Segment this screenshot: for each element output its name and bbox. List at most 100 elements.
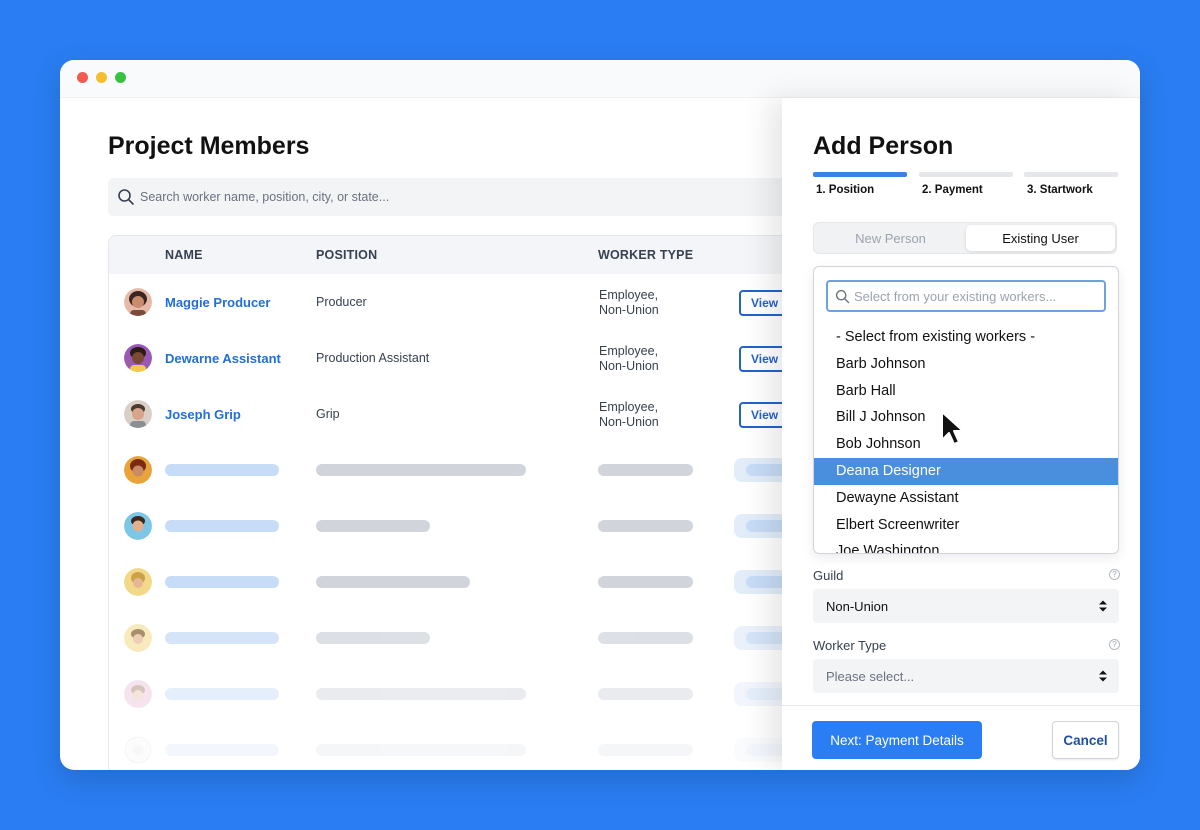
window-titlebar — [60, 60, 1140, 98]
dropdown-option[interactable]: Bill J Johnson — [814, 404, 1118, 431]
avatar — [124, 624, 152, 652]
dropdown-option[interactable]: - Select from existing workers - — [814, 324, 1118, 351]
skeleton-position — [316, 632, 430, 644]
member-name-link[interactable]: Dewarne Assistant — [165, 351, 281, 366]
guild-select[interactable]: Non-Union — [813, 589, 1119, 623]
step-progress-bar — [813, 172, 907, 177]
skeleton-position — [316, 520, 430, 532]
minimize-window-dot[interactable] — [96, 72, 107, 83]
column-header-name[interactable]: NAME — [165, 248, 203, 262]
table-row: Dewarne Assistant Production Assistant E… — [109, 330, 867, 386]
member-name-link[interactable]: Joseph Grip — [165, 407, 241, 422]
skeleton-worker-type — [598, 576, 693, 588]
column-header-position[interactable]: POSITION — [316, 248, 377, 262]
skeleton-worker-type — [598, 632, 693, 644]
member-worker-type: Employee, Non-Union — [599, 288, 699, 318]
column-header-worker-type[interactable]: WORKER TYPE — [598, 248, 693, 262]
cancel-button[interactable]: Cancel — [1052, 721, 1119, 759]
skeleton-row — [109, 442, 867, 498]
skeleton-name — [165, 520, 279, 532]
avatar — [124, 344, 152, 372]
help-icon[interactable]: ? — [1109, 639, 1120, 650]
step-progress-bar — [1024, 172, 1118, 177]
skeleton-position — [316, 464, 526, 476]
worker-type-line: Employee, — [599, 288, 659, 302]
next-payment-details-button[interactable]: Next: Payment Details — [812, 721, 982, 759]
skeleton-worker-type — [598, 520, 693, 532]
step-progress-bar — [919, 172, 1013, 177]
new-person-tab[interactable]: New Person — [816, 225, 965, 251]
step-label: 2. Payment — [922, 184, 983, 196]
avatar — [124, 512, 152, 540]
worker-type-line: Non-Union — [599, 415, 659, 429]
member-position: Grip — [316, 407, 340, 421]
select-caret-icon — [1099, 670, 1107, 682]
panel-footer: Next: Payment Details Cancel — [782, 705, 1140, 770]
existing-user-tab[interactable]: Existing User — [966, 225, 1115, 251]
member-name-link[interactable]: Maggie Producer — [165, 295, 270, 310]
worker-search-input[interactable] — [854, 282, 1099, 310]
skeleton-row — [109, 554, 867, 610]
member-worker-type: Employee, Non-Union — [599, 344, 699, 374]
worker-type-line: Employee, — [599, 400, 659, 414]
skeleton-row — [109, 666, 867, 722]
worker-type-placeholder: Please select... — [826, 669, 915, 684]
help-icon[interactable]: ? — [1109, 569, 1120, 580]
guild-value: Non-Union — [826, 599, 889, 614]
dropdown-option[interactable]: Barb Hall — [814, 378, 1118, 405]
skeleton-worker-type — [598, 688, 693, 700]
app-window: Project Members NAME POSITION WORKER TYP… — [60, 60, 1140, 770]
skeleton-worker-type — [598, 744, 693, 756]
dropdown-option[interactable]: Dewayne Assistant — [814, 485, 1118, 512]
person-type-toggle: New Person Existing User — [813, 222, 1117, 254]
close-window-dot[interactable] — [77, 72, 88, 83]
step-label: 3. Startwork — [1027, 184, 1093, 196]
avatar — [124, 400, 152, 428]
maximize-window-dot[interactable] — [115, 72, 126, 83]
worker-type-label: Worker Type — [813, 638, 887, 653]
skeleton-row — [109, 722, 867, 770]
dropdown-option[interactable]: Barb Johnson — [814, 351, 1118, 378]
worker-type-line: Non-Union — [599, 303, 659, 317]
guild-label: Guild — [813, 568, 844, 583]
avatar — [124, 736, 152, 764]
skeleton-name — [165, 576, 279, 588]
search-icon — [118, 189, 134, 205]
worker-type-select[interactable]: Please select... — [813, 659, 1119, 693]
avatar — [124, 568, 152, 596]
mouse-cursor-icon — [941, 411, 964, 445]
select-caret-icon — [1099, 600, 1107, 612]
worker-search-box[interactable] — [826, 280, 1106, 312]
skeleton-name — [165, 744, 279, 756]
dropdown-option[interactable]: Elbert Screenwriter — [814, 512, 1118, 539]
search-icon — [835, 289, 850, 304]
search-input[interactable] — [140, 178, 780, 216]
skeleton-name — [165, 688, 279, 700]
member-position: Producer — [316, 295, 367, 309]
panel-title: Add Person — [813, 132, 954, 160]
dropdown-option[interactable]: Joe Washington — [814, 538, 1118, 553]
skeleton-row — [109, 610, 867, 666]
dropdown-option[interactable]: Bob Johnson — [814, 431, 1118, 458]
worker-type-line: Employee, — [599, 344, 659, 358]
existing-worker-dropdown: - Select from existing workers - Barb Jo… — [813, 266, 1119, 554]
skeleton-position — [316, 576, 470, 588]
table-row: Joseph Grip Grip Employee, Non-Union Vie… — [109, 386, 867, 442]
member-search-bar[interactable] — [108, 178, 808, 216]
skeleton-worker-type — [598, 464, 693, 476]
skeleton-name — [165, 632, 279, 644]
skeleton-name — [165, 464, 279, 476]
page-title: Project Members — [108, 132, 310, 160]
dropdown-option-highlighted[interactable]: Deana Designer — [814, 457, 1118, 485]
table-header: NAME POSITION WORKER TYPE — [109, 236, 867, 274]
worker-type-line: Non-Union — [599, 359, 659, 373]
member-worker-type: Employee, Non-Union — [599, 400, 699, 430]
skeleton-position — [316, 744, 526, 756]
member-position: Production Assistant — [316, 351, 430, 365]
table-row: Maggie Producer Producer Employee, Non-U… — [109, 274, 867, 330]
avatar — [124, 288, 152, 316]
avatar — [124, 680, 152, 708]
avatar — [124, 456, 152, 484]
skeleton-position — [316, 688, 526, 700]
step-label: 1. Position — [816, 184, 875, 196]
